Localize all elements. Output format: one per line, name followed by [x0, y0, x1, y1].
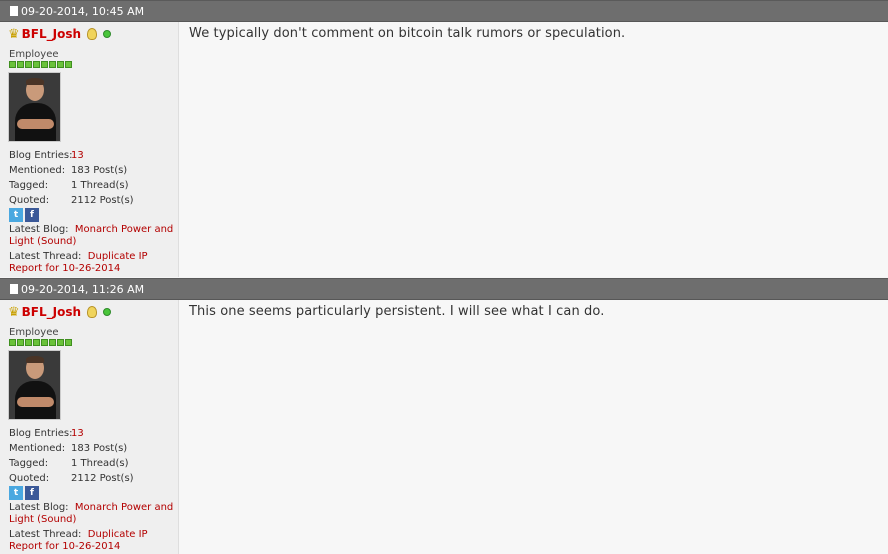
latest-thread-label: Latest Thread: [9, 529, 82, 540]
post: 09-20-2014, 11:26 AM ♛ BFL_Josh Employee… [0, 278, 888, 554]
latest-thread: Latest Thread: Duplicate IP Report for 1… [9, 529, 174, 553]
facebook-icon[interactable]: f [25, 208, 39, 222]
user-title: Employee [9, 49, 59, 60]
post-body: We typically don't comment on bitcoin ta… [179, 22, 888, 277]
social-links: t f [9, 486, 39, 500]
crown-icon: ♛ [8, 26, 20, 42]
online-status-icon [103, 30, 112, 38]
avatar[interactable] [8, 350, 61, 420]
post-date: 09-20-2014, 10:45 AM [21, 5, 145, 18]
username-link[interactable]: BFL_Josh [22, 27, 81, 41]
latest-blog-label: Latest Blog: [9, 502, 69, 513]
post: 09-20-2014, 10:45 AM ♛ BFL_Josh Employee… [0, 0, 888, 277]
online-status-icon [103, 308, 112, 316]
post-body: This one seems particularly persistent. … [179, 300, 888, 554]
lightbulb-icon [87, 306, 98, 318]
stat-label: Blog Entries: [9, 428, 73, 439]
twitter-icon[interactable]: t [9, 486, 23, 500]
tagged-value: 1 Thread(s) [71, 180, 129, 191]
crown-icon: ♛ [8, 304, 20, 320]
post-message: We typically don't comment on bitcoin ta… [189, 26, 626, 41]
avatar[interactable] [8, 72, 61, 142]
user-info-panel: ♛ BFL_Josh Employee Blog Entries:13 Ment… [0, 22, 179, 277]
username-link[interactable]: BFL_Josh [22, 305, 81, 319]
blog-entries-link[interactable]: 13 [71, 428, 84, 439]
latest-blog: Latest Blog: Monarch Power and Light (So… [9, 224, 174, 248]
mentioned-value: 183 Post(s) [71, 443, 128, 454]
social-links: t f [9, 208, 39, 222]
stat-label: Tagged: [9, 180, 49, 191]
tagged-value: 1 Thread(s) [71, 458, 129, 469]
latest-blog: Latest Blog: Monarch Power and Light (So… [9, 502, 174, 526]
lightbulb-icon [87, 28, 98, 40]
latest-thread: Latest Thread: Duplicate IP Report for 1… [9, 251, 174, 275]
latest-thread-label: Latest Thread: [9, 251, 82, 262]
stat-label: Mentioned: [9, 165, 66, 176]
user-stats: Blog Entries:13 Mentioned: 183 Post(s) Ta… [9, 148, 174, 208]
post-header: 09-20-2014, 10:45 AM [0, 0, 888, 22]
twitter-icon[interactable]: t [9, 208, 23, 222]
user-title: Employee [9, 327, 59, 338]
post-header: 09-20-2014, 11:26 AM [0, 278, 888, 300]
stat-label: Quoted: [9, 473, 50, 484]
reputation-bar [9, 339, 72, 346]
mentioned-value: 183 Post(s) [71, 165, 128, 176]
reputation-bar [9, 61, 72, 68]
stat-label: Quoted: [9, 195, 50, 206]
stat-label: Tagged: [9, 458, 49, 469]
stat-label: Blog Entries: [9, 150, 73, 161]
user-stats: Blog Entries:13 Mentioned: 183 Post(s) Ta… [9, 426, 174, 486]
quoted-value: 2112 Post(s) [71, 473, 134, 484]
document-icon [10, 284, 18, 294]
blog-entries-link[interactable]: 13 [71, 150, 84, 161]
quoted-value: 2112 Post(s) [71, 195, 134, 206]
latest-blog-label: Latest Blog: [9, 224, 69, 235]
stat-label: Mentioned: [9, 443, 66, 454]
post-date: 09-20-2014, 11:26 AM [21, 283, 145, 296]
document-icon [10, 6, 18, 16]
user-info-panel: ♛ BFL_Josh Employee Blog Entries:13 Ment… [0, 300, 179, 554]
facebook-icon[interactable]: f [25, 486, 39, 500]
post-message: This one seems particularly persistent. … [189, 304, 605, 319]
